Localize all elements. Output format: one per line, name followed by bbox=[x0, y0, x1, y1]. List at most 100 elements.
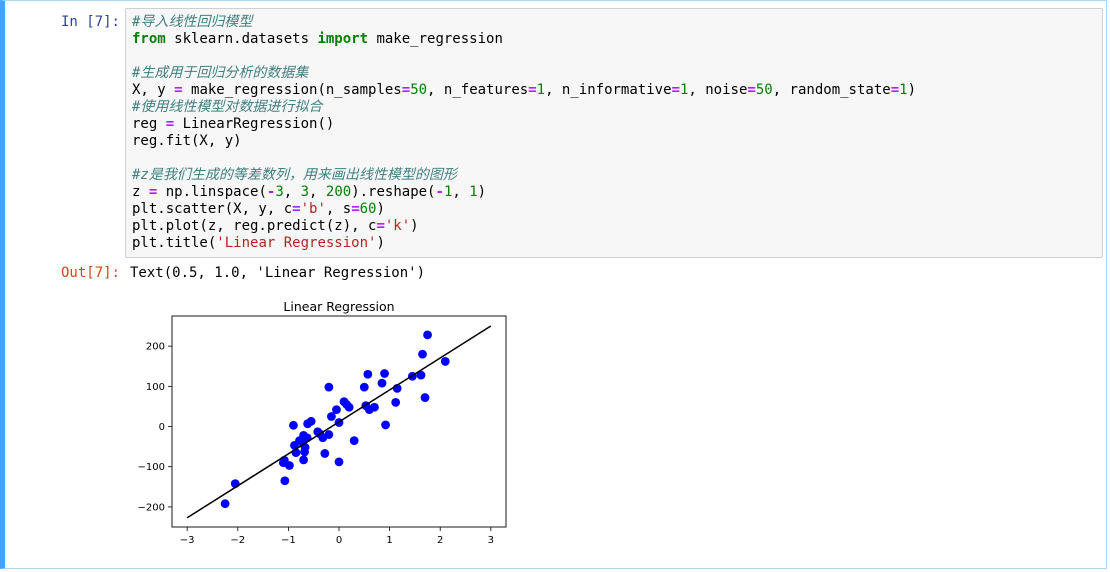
data-point bbox=[349, 436, 359, 445]
code-token: 50 bbox=[410, 82, 428, 98]
code-line: #z是我们生成的等差数列，用来画出线性模型的图形 bbox=[132, 167, 916, 184]
x-tick-label: −1 bbox=[281, 535, 296, 546]
data-point bbox=[380, 369, 389, 378]
data-point bbox=[418, 349, 427, 359]
data-point bbox=[377, 378, 387, 388]
code-line: reg = LinearRegression() bbox=[132, 116, 916, 133]
data-point bbox=[391, 398, 401, 407]
y-tick-label: 100 bbox=[146, 382, 165, 393]
code-token: = bbox=[351, 201, 360, 217]
data-point bbox=[370, 402, 379, 412]
code-token: 'Linear Regression' bbox=[216, 235, 377, 251]
code-text[interactable]: #导入线性回归模型 from sklearn.datasets import ma… bbox=[132, 14, 916, 252]
code-line: #导入线性回归模型 bbox=[132, 14, 916, 31]
code-token: , bbox=[452, 184, 470, 200]
y-tick-label: −200 bbox=[138, 502, 165, 513]
data-point bbox=[324, 430, 334, 439]
data-point bbox=[306, 416, 316, 426]
code-token: make_regression bbox=[368, 31, 503, 47]
code-token: 60 bbox=[359, 201, 377, 217]
code-token: #使用线性模型对数据进行拟合 bbox=[132, 99, 323, 115]
code-token: from bbox=[132, 31, 166, 47]
data-point bbox=[334, 457, 344, 467]
data-point bbox=[300, 443, 310, 452]
data-point bbox=[289, 420, 298, 430]
output-text: Text(0.5, 1.0, 'Linear Regression') bbox=[130, 265, 426, 281]
code-token: = bbox=[376, 218, 385, 234]
code-token: make_regression(n_samples bbox=[182, 82, 402, 98]
code-token: , random_state bbox=[772, 82, 891, 98]
code-token: = bbox=[671, 82, 680, 98]
code-line: plt.scatter(X, y, c='b', s=60) bbox=[132, 201, 916, 218]
code-token: #生成用于回归分析的数据集 bbox=[132, 65, 309, 81]
code-token: = bbox=[747, 82, 756, 98]
code-token: ) bbox=[376, 201, 385, 217]
x-axis: −3 −2 −1 0 1 2 3 bbox=[180, 527, 494, 546]
code-line: plt.title('Linear Regression') bbox=[132, 235, 916, 252]
data-point bbox=[344, 402, 354, 412]
code-token: 1 bbox=[536, 82, 546, 98]
code-token: 50 bbox=[755, 82, 773, 98]
code-token: #导入线性回归模型 bbox=[132, 14, 253, 30]
code-token: = bbox=[890, 82, 900, 98]
y-axis: −200 −100 0 100 200 bbox=[138, 342, 172, 513]
chart-title: Linear Regression bbox=[283, 299, 394, 314]
data-point bbox=[332, 405, 341, 415]
code-token: ).reshape( bbox=[351, 184, 436, 200]
code-token: 'k' bbox=[384, 218, 411, 234]
data-point bbox=[280, 476, 290, 486]
code-token: , n_informative bbox=[545, 82, 672, 98]
x-tick-label: −3 bbox=[180, 535, 195, 546]
x-tick-label: 3 bbox=[488, 535, 494, 546]
code-token: = bbox=[292, 201, 301, 217]
code-token: 'b' bbox=[300, 201, 326, 217]
data-point bbox=[420, 393, 430, 402]
code-token: plt.plot(z, reg.predict(z), c bbox=[132, 218, 377, 234]
code-token: X, y bbox=[132, 82, 175, 98]
x-tick-label: 2 bbox=[437, 535, 443, 546]
code-line: reg.fit(X, y) bbox=[132, 133, 916, 150]
code-token: LinearRegression() bbox=[174, 116, 335, 132]
code-line: z = np.linspace(-3, 3, 200).reshape(-1, … bbox=[132, 184, 916, 201]
code-token: ) bbox=[410, 218, 419, 234]
data-point bbox=[381, 420, 390, 430]
code-token: ) bbox=[907, 82, 917, 98]
scatter-plot: Linear Regression −3 −2 −1 0 1 2 3 −200 −100 0 10… bbox=[138, 299, 507, 546]
y-tick-label: 0 bbox=[159, 422, 165, 433]
code-token: reg.fit(X, y) bbox=[132, 133, 242, 149]
code-line: plt.plot(z, reg.predict(z), c='k') bbox=[132, 218, 916, 235]
code-token: , bbox=[283, 184, 301, 200]
code-token: 3 bbox=[275, 184, 284, 200]
code-token: 1 bbox=[469, 184, 478, 200]
code-token: , noise bbox=[688, 82, 748, 98]
code-token: ) bbox=[376, 235, 385, 251]
code-token: 3 bbox=[300, 184, 310, 200]
x-tick-label: 0 bbox=[336, 535, 342, 546]
y-tick-label: −100 bbox=[138, 462, 165, 473]
code-token: - bbox=[435, 184, 444, 200]
code-token: sklearn.datasets bbox=[165, 31, 318, 47]
chart-marks bbox=[186, 325, 492, 519]
code-line: X, y = make_regression(n_samples=50, n_f… bbox=[132, 82, 916, 99]
code-token: , s bbox=[325, 201, 352, 217]
code-token: 200 bbox=[325, 184, 352, 200]
code-token: , bbox=[309, 184, 326, 200]
code-token: plt.scatter(X, y, c bbox=[132, 201, 293, 217]
code-token: import bbox=[317, 31, 369, 47]
code-token: plt.title( bbox=[132, 235, 217, 251]
code-token: z bbox=[132, 184, 149, 200]
code-token: ) bbox=[477, 184, 487, 200]
output-prompt: Out[7]: bbox=[60, 265, 120, 281]
data-point bbox=[363, 369, 373, 379]
code-line: ​ bbox=[132, 150, 916, 167]
regression-line bbox=[186, 325, 492, 519]
data-point bbox=[359, 382, 369, 392]
data-point bbox=[285, 461, 294, 470]
code-token: #z是我们生成的等差数列，用来画出线性模型的图形 bbox=[132, 167, 457, 183]
code-line: #生成用于回归分析的数据集 bbox=[132, 65, 916, 82]
code-line: ​ bbox=[132, 48, 916, 65]
code-token: = bbox=[174, 82, 183, 98]
data-point bbox=[324, 382, 334, 392]
code-editor[interactable]: #导入线性回归模型 from sklearn.datasets import ma… bbox=[125, 8, 1103, 258]
code-token: np.linspace( bbox=[157, 184, 267, 200]
